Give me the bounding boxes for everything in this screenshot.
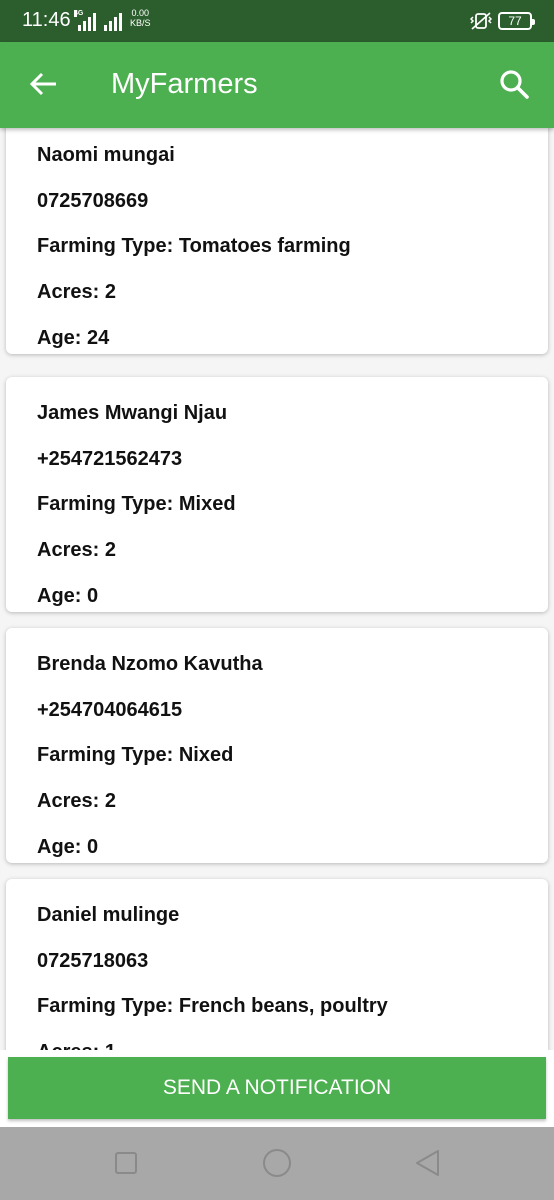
app-bar: MyFarmers [0,42,554,128]
triangle-back-icon[interactable] [410,1145,446,1181]
farmer-phone: +254721562473 [37,448,183,470]
farmer-phone: +254704064615 [37,699,183,721]
farmer-acres: Acres: 2 [37,790,116,812]
farmer-farming-type: Farming Type: Nixed [37,744,234,766]
search-icon[interactable] [494,64,536,106]
farmer-name: Naomi mungai [37,144,175,166]
network-type: 4G [74,10,84,17]
farmer-acres: Acres: 2 [37,281,116,303]
farmer-card[interactable]: Daniel mulinge 0725718063 Farming Type: … [6,879,548,1050]
vibrate-icon [470,12,492,30]
farmer-farming-type: Farming Type: French beans, poultry [37,995,388,1017]
farmer-acres: Acres: 2 [37,539,116,561]
farmer-phone: 0725718063 [37,950,149,972]
farmer-card[interactable]: James Mwangi Njau +254721562473 Farming … [6,377,548,612]
system-nav-bar [0,1127,554,1200]
farmer-card[interactable]: Brenda Nzomo Kavutha +254704064615 Farmi… [6,628,548,863]
farmer-age: Age: 0 [37,836,99,858]
farmer-age: Age: 0 [37,585,99,607]
farmer-farming-type: Farming Type: Tomatoes farming [37,235,351,257]
farmer-name: James Mwangi Njau [37,402,228,424]
arrow-left-icon[interactable] [24,64,64,104]
network-speed: 0.00 KB/S [130,8,151,28]
status-time: 11:46 [22,9,71,31]
square-icon[interactable] [108,1145,144,1181]
status-bar: 11:46 4G 0.00 KB/S 77 [0,0,554,42]
farmer-age: Age: 24 [37,327,110,349]
circle-icon[interactable] [259,1145,295,1181]
battery-level: 77 [508,14,522,28]
network-speed-unit: KB/S [130,18,151,28]
farmer-phone: 0725708669 [37,190,149,212]
network-speed-value: 0.00 [131,8,150,18]
send-notification-button[interactable]: SEND A NOTIFICATION [8,1057,546,1119]
farmer-list[interactable]: Naomi mungai 0725708669 Farming Type: To… [0,128,554,1050]
signal-icon: 4G [74,10,122,31]
farmer-name: Brenda Nzomo Kavutha [37,653,263,675]
farmer-farming-type: Farming Type: Mixed [37,493,236,515]
farmer-acres: Acres: 1 [37,1041,116,1050]
farmer-name: Daniel mulinge [37,904,180,926]
page-title: MyFarmers [111,68,258,100]
farmer-card[interactable]: Naomi mungai 0725708669 Farming Type: To… [6,128,548,354]
battery-icon: 77 [498,12,535,30]
